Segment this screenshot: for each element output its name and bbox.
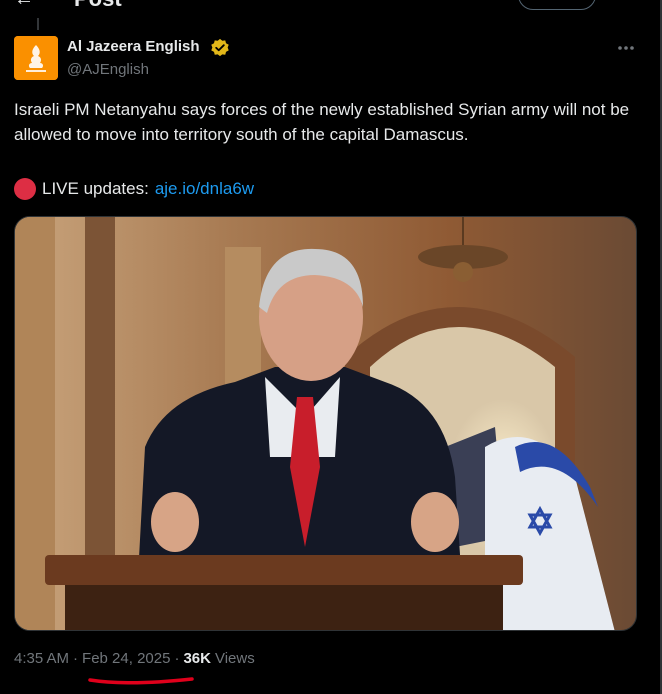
live-updates-line: LIVE updates: aje.io/dnla6w xyxy=(14,176,254,202)
verified-badge-icon xyxy=(211,38,229,57)
tweet-metadata: 4:35 AM · Feb 24, 2025 · 36K Views xyxy=(14,650,255,667)
netanyahu-podium-photo xyxy=(15,217,636,630)
page-header: ← Post xyxy=(0,0,660,12)
author-name[interactable]: Al Jazeera English xyxy=(67,38,200,55)
more-horizontal-icon[interactable] xyxy=(612,38,640,58)
tweet-text: Israeli PM Netanyahu says forces of the … xyxy=(14,100,630,144)
al-jazeera-logo-icon xyxy=(14,36,58,80)
post-detail-page: ← Post Al Jazeera English @AJEnglish Isr… xyxy=(0,0,662,694)
live-updates-label: LIVE updates: xyxy=(42,179,149,198)
views-label: Views xyxy=(214,650,255,667)
red-circle-icon xyxy=(14,178,36,200)
views-count[interactable]: 36K xyxy=(183,650,211,667)
header-action-button[interactable] xyxy=(518,0,596,10)
live-updates-link[interactable]: aje.io/dnla6w xyxy=(155,179,254,199)
avatar[interactable] xyxy=(14,36,58,80)
separator: · xyxy=(174,650,180,667)
tweet-date[interactable]: Feb 24, 2025 xyxy=(82,650,170,667)
separator: · xyxy=(73,650,79,667)
tweet-photo[interactable] xyxy=(14,216,637,631)
tweet-time[interactable]: 4:35 AM xyxy=(14,650,69,667)
back-arrow-icon[interactable]: ← xyxy=(14,0,34,11)
red-underline-annotation xyxy=(88,677,194,685)
thread-line xyxy=(37,18,39,30)
page-title: Post xyxy=(74,0,122,12)
author-handle[interactable]: @AJEnglish xyxy=(67,61,149,78)
